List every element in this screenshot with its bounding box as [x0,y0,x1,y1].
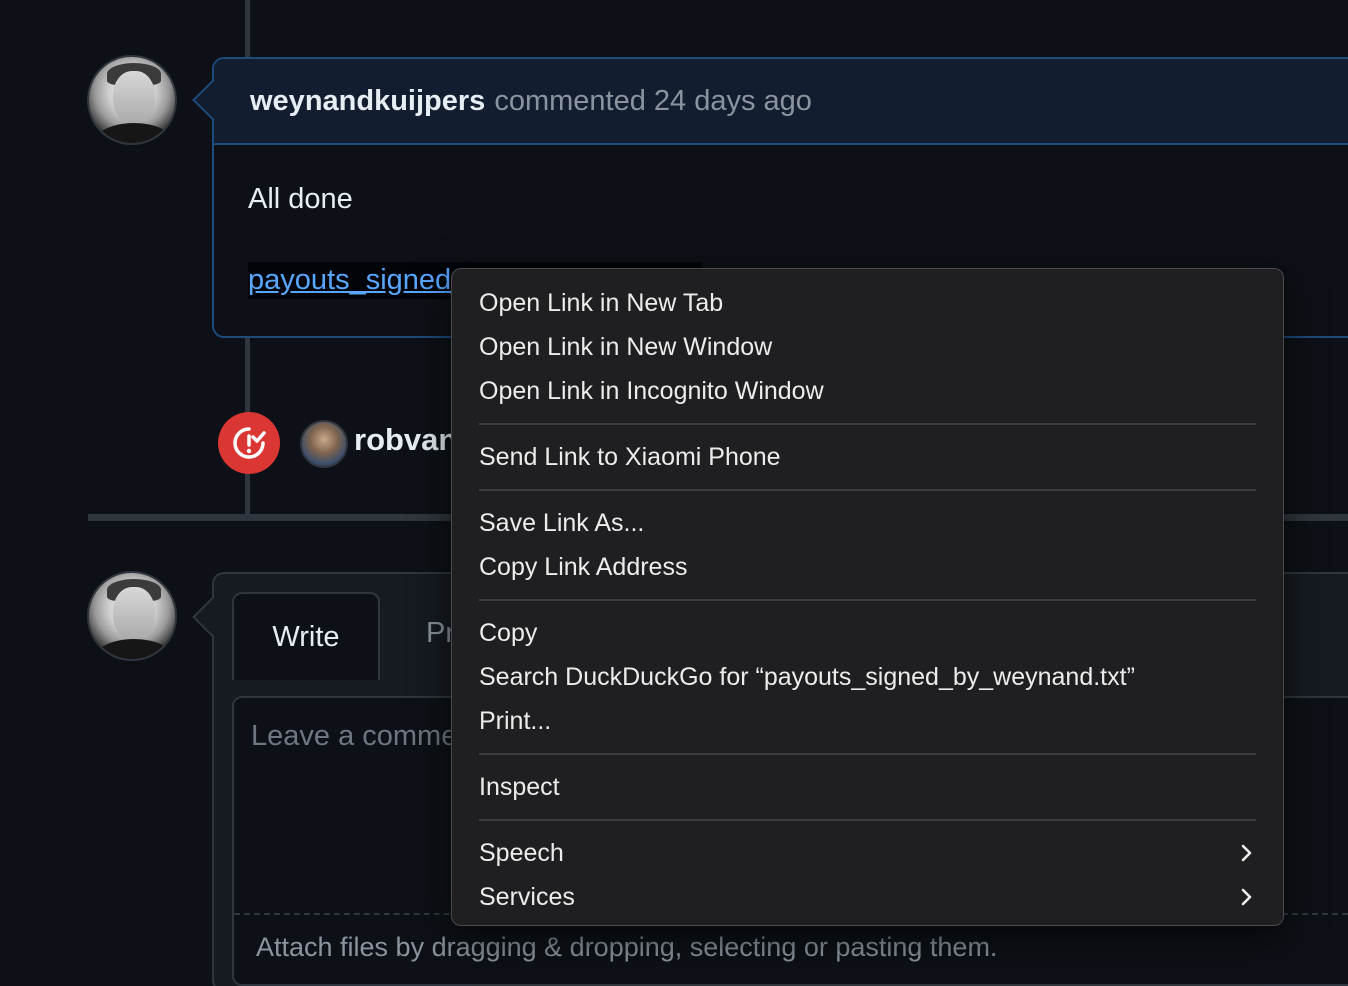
menu-open-incognito[interactable]: Open Link in Incognito Window [479,369,1256,413]
attach-files-hint[interactable]: Attach files by dragging & dropping, sel… [256,932,997,963]
menu-search-duckduckgo[interactable]: Search DuckDuckGo for “payouts_signed_by… [479,655,1256,699]
avatar[interactable] [87,571,177,661]
menu-separator [479,753,1256,755]
menu-separator [479,423,1256,425]
menu-print[interactable]: Print... [479,699,1256,743]
menu-separator [479,599,1256,601]
issue-closed-icon [218,412,280,474]
menu-copy[interactable]: Copy [479,611,1256,655]
event-user[interactable]: robvanmieghem [354,422,454,458]
menu-speech[interactable]: Speech [479,831,1256,875]
tab-preview[interactable]: Preview [426,617,452,650]
menu-services[interactable]: Services [479,875,1256,919]
menu-send-to-phone[interactable]: Send Link to Xiaomi Phone [479,435,1256,479]
chevron-right-icon [1241,844,1252,862]
issue-page: weynandkuijpers commented 24 days ago Al… [0,0,1348,986]
context-menu: Open Link in New Tab Open Link in New Wi… [451,268,1284,926]
comment-header: weynandkuijpers commented 24 days ago [214,59,1348,145]
comment-meta[interactable]: commented 24 days ago [494,85,812,118]
menu-open-new-tab[interactable]: Open Link in New Tab [479,281,1256,325]
menu-open-new-window[interactable]: Open Link in New Window [479,325,1256,369]
menu-separator [479,819,1256,821]
menu-inspect[interactable]: Inspect [479,765,1256,809]
avatar[interactable] [87,55,177,145]
tab-write[interactable]: Write [232,592,380,680]
comment-text: All done [248,183,353,215]
menu-separator [479,489,1256,491]
menu-services-label: Services [479,882,575,911]
comment-author[interactable]: weynandkuijpers [250,85,485,118]
comment-placeholder: Leave a comment [251,720,451,752]
menu-save-link-as[interactable]: Save Link As... [479,501,1256,545]
menu-copy-link-address[interactable]: Copy Link Address [479,545,1256,589]
chevron-right-icon [1241,888,1252,906]
event-avatar[interactable] [300,420,348,468]
menu-speech-label: Speech [479,838,564,867]
